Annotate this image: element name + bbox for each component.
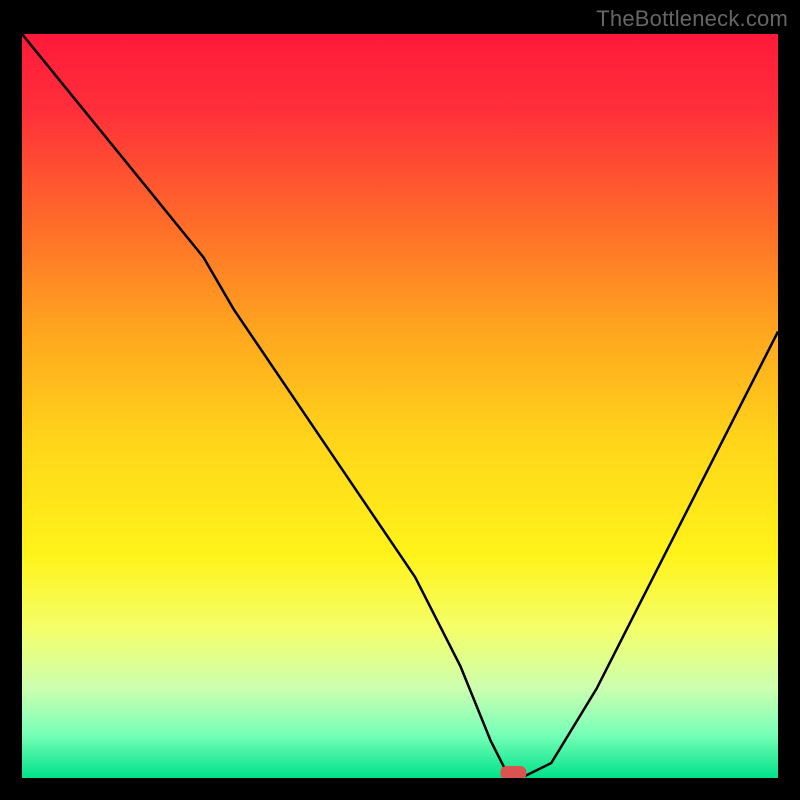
chart-svg: [22, 34, 778, 778]
chart-frame: [22, 34, 778, 778]
optimal-marker: [500, 766, 526, 778]
gradient-background: [22, 34, 778, 778]
watermark-text: TheBottleneck.com: [596, 6, 788, 32]
